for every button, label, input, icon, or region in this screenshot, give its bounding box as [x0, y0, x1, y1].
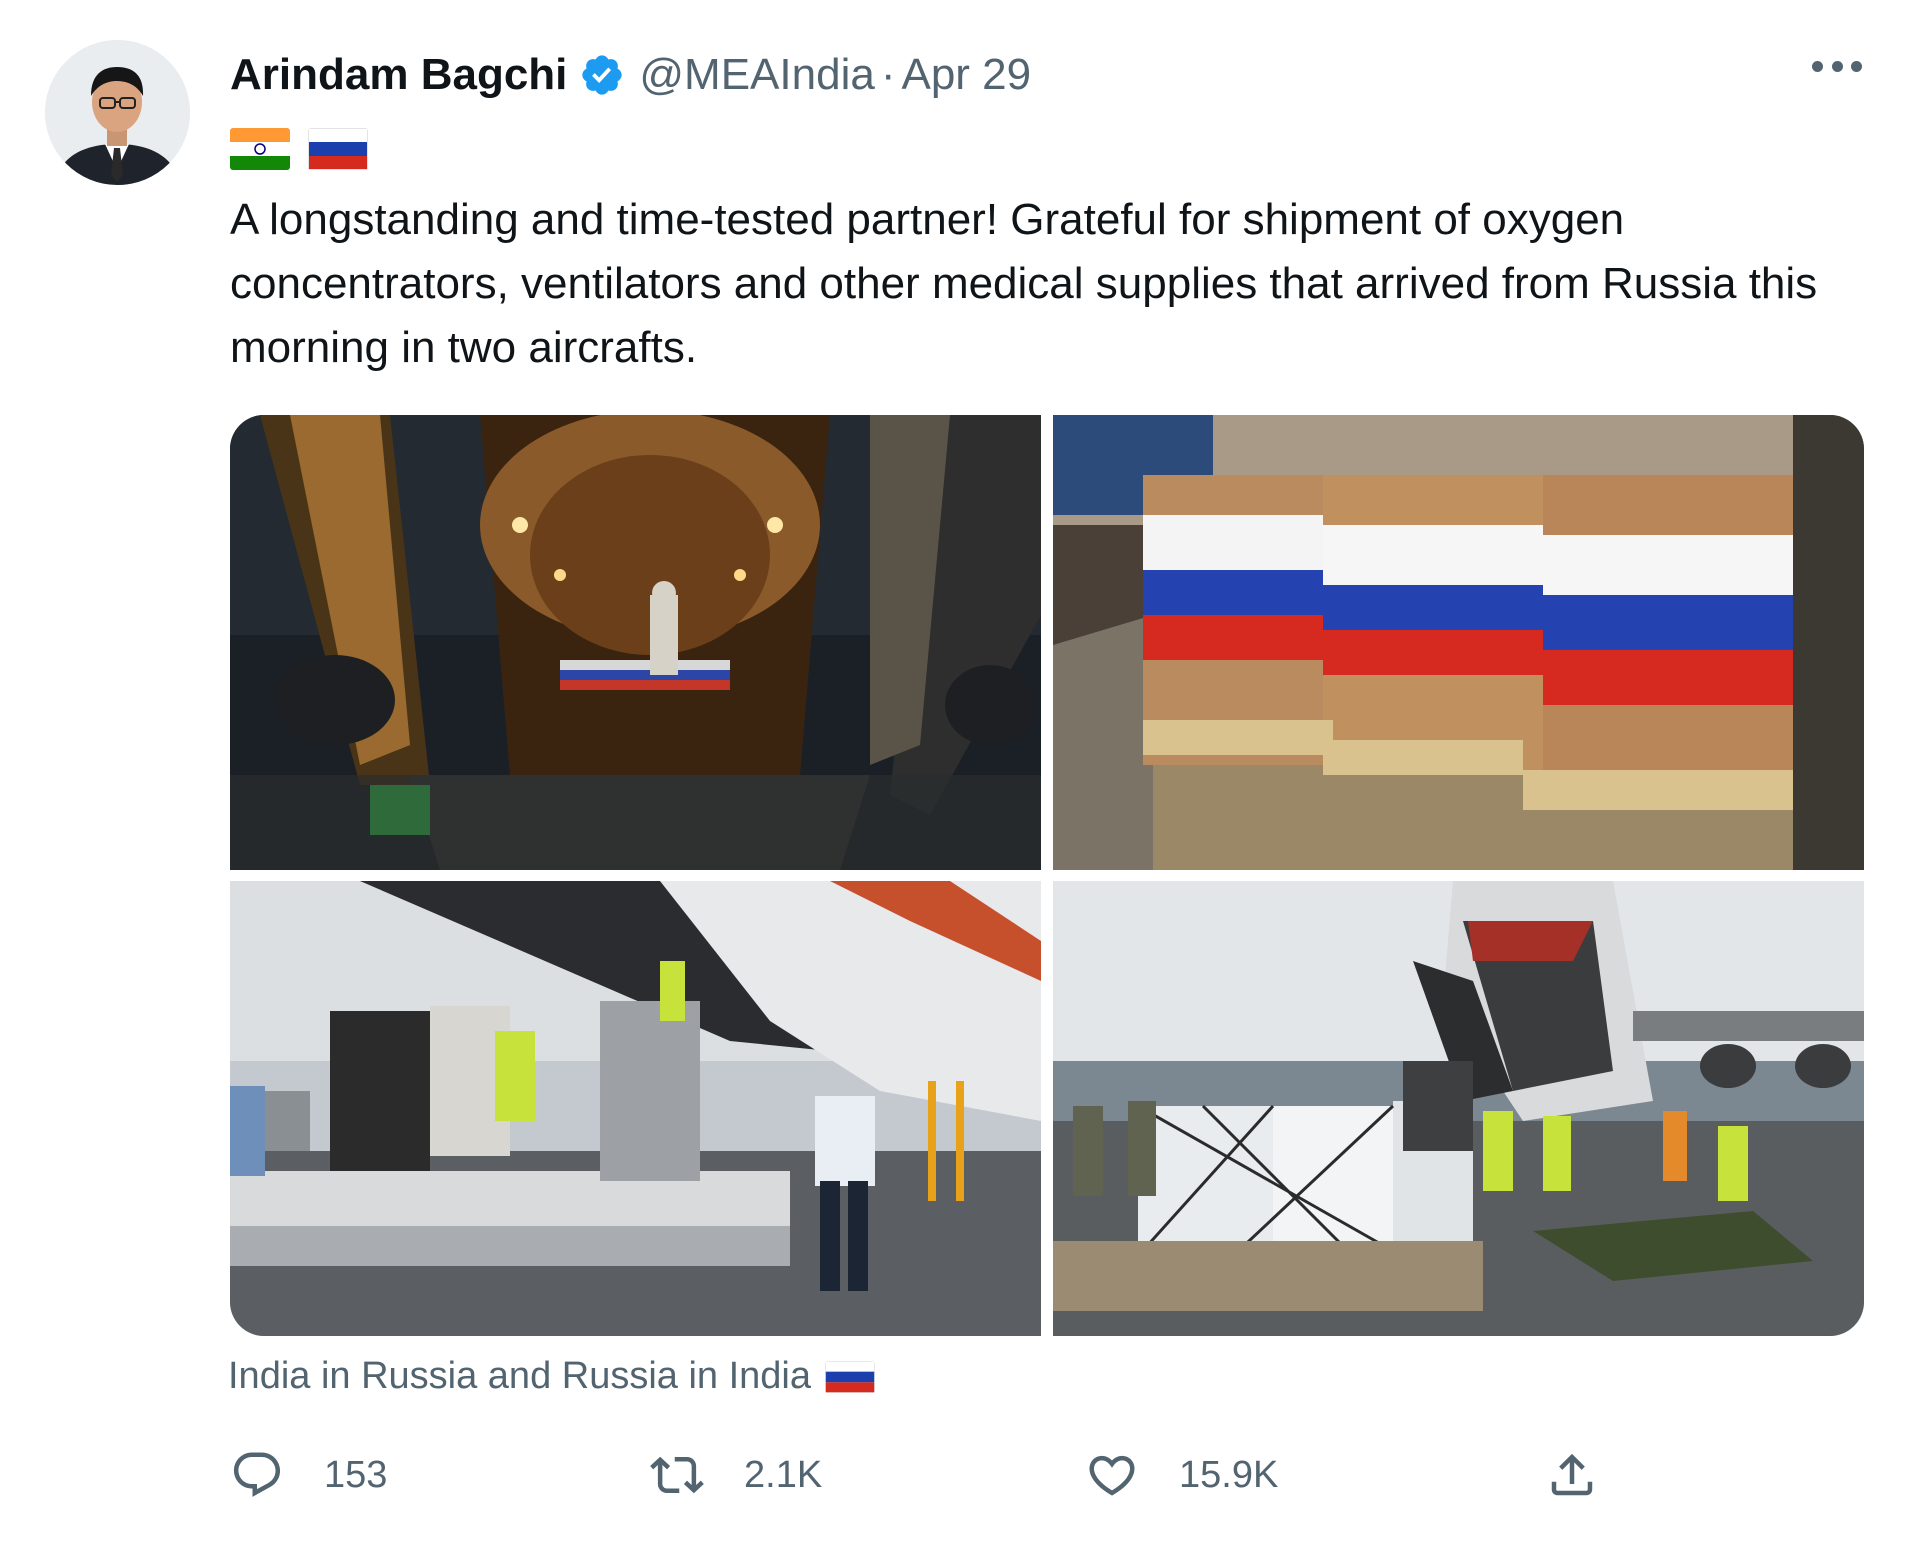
reply-icon — [233, 1452, 281, 1497]
photo-cargo-loader-tarmac-image — [230, 881, 1041, 1336]
tweet: Arindam Bagchi @MEAIndia · Apr 29 A long… — [0, 0, 1920, 1545]
caption-text: India in Russia and Russia in India — [228, 1355, 812, 1397]
heart-icon — [1089, 1455, 1135, 1496]
retweet-button[interactable]: 2.1K — [650, 1440, 822, 1510]
like-count: 15.9K — [1179, 1453, 1279, 1496]
dot — [1812, 60, 1823, 72]
photo-boxes-russian-flag-pallets-image — [1053, 415, 1864, 870]
media-grid — [230, 415, 1864, 1336]
media-caption: India in Russia and Russia in India — [228, 1355, 876, 1398]
photo-boxes-russian-flag-pallets[interactable] — [1053, 415, 1864, 870]
flag-emojis — [230, 128, 368, 170]
verified-badge-icon — [579, 52, 625, 98]
separator-dot: · — [880, 50, 896, 99]
avatar-portrait — [45, 40, 190, 185]
tweet-date[interactable]: Apr 29 — [901, 50, 1031, 100]
tweet-text: A longstanding and time-tested partner! … — [230, 195, 1818, 372]
tweet-header: Arindam Bagchi @MEAIndia · Apr 29 — [230, 44, 1031, 106]
dot — [1831, 60, 1843, 72]
india-flag-icon — [230, 128, 290, 170]
author-name[interactable]: Arindam Bagchi — [230, 50, 567, 100]
more-options-icon[interactable] — [1812, 58, 1862, 74]
author-handle[interactable]: @MEAIndia — [639, 50, 874, 100]
retweet-count: 2.1K — [744, 1453, 823, 1496]
share-icon — [1551, 1453, 1593, 1496]
photo-unloading-wrapped-cargo[interactable] — [1053, 881, 1864, 1336]
dot — [1851, 60, 1862, 72]
russia-flag-icon — [308, 128, 368, 170]
like-button[interactable]: 15.9K — [1085, 1440, 1278, 1510]
russia-flag-icon — [825, 1360, 876, 1393]
photo-unloading-wrapped-cargo-image — [1053, 881, 1864, 1336]
photo-cargo-loader-tarmac[interactable] — [230, 881, 1041, 1336]
reply-button[interactable]: 153 — [230, 1440, 387, 1510]
retweet-icon — [650, 1456, 704, 1494]
share-button[interactable] — [1545, 1440, 1599, 1510]
reply-count: 153 — [324, 1453, 388, 1496]
action-bar: 153 2.1K 15.9K — [230, 1440, 1630, 1510]
photo-aircraft-cargo-hold[interactable] — [230, 415, 1041, 870]
avatar[interactable] — [45, 40, 190, 185]
photo-aircraft-cargo-hold-image — [230, 415, 1041, 870]
